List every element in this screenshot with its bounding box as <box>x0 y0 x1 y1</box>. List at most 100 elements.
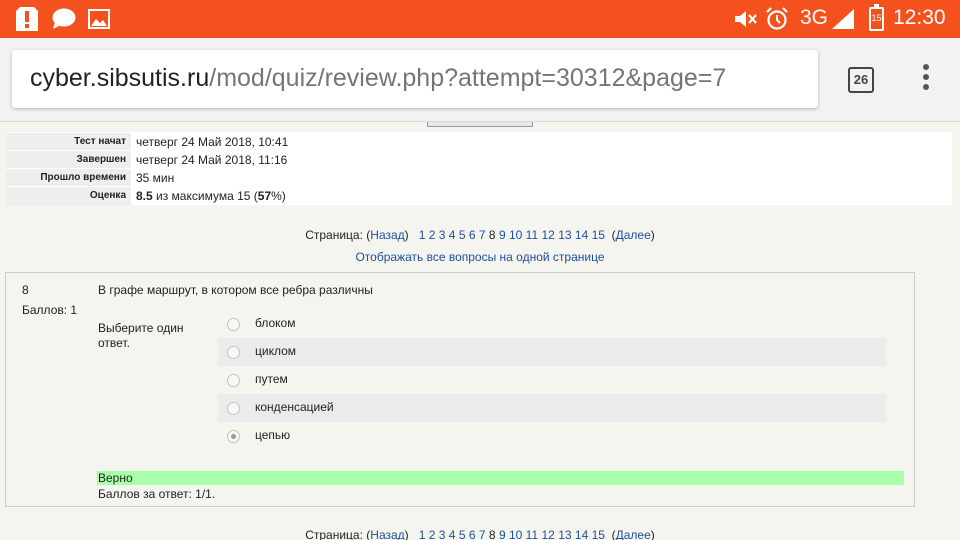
paging-next-link[interactable]: Далее <box>616 228 651 242</box>
paging-mid: ) <box>404 528 409 540</box>
paging-next-link[interactable]: Далее <box>616 528 651 540</box>
question-text: В графе маршрут, в котором все ребра раз… <box>98 283 373 297</box>
summary-label: Тест начат <box>6 132 131 151</box>
radio-button-selected[interactable] <box>227 430 240 443</box>
partial-button[interactable] <box>427 122 533 127</box>
browser-toolbar: cyber.sibsutis.ru/mod/quiz/review.php?at… <box>0 38 960 122</box>
paging-prev-link[interactable]: Назад <box>370 228 404 242</box>
answer-list: блоком циклом путем конденсацией цепью <box>218 310 886 450</box>
tab-switcher-button[interactable]: 26 <box>848 67 874 93</box>
page-navigation-bottom: Страница: (Назад) 1 2 3 4 5 6 7 8 9 10 1… <box>0 528 960 540</box>
summary-row-grade: Оценка 8.5 из максимума 15 (57%) <box>6 186 952 205</box>
page-link[interactable]: 5 <box>459 528 466 540</box>
browser-menu-icon[interactable] <box>916 64 936 96</box>
message-notification-icon <box>52 8 76 29</box>
paging-prefix: Страница: ( <box>305 228 371 242</box>
image-notification-icon <box>88 9 110 29</box>
answer-option[interactable]: конденсацией <box>218 394 886 422</box>
page-link[interactable]: 15 <box>592 528 605 540</box>
summary-label: Завершен <box>6 150 131 169</box>
answer-option[interactable]: циклом <box>218 338 886 366</box>
page-link[interactable]: 9 <box>499 528 506 540</box>
page-link[interactable]: 6 <box>469 228 476 242</box>
paging-prev-link[interactable]: Назад <box>370 528 404 540</box>
question-number: 8 <box>22 283 29 297</box>
summary-label: Прошло времени <box>6 168 131 187</box>
radio-button[interactable] <box>227 318 240 331</box>
answer-option[interactable]: цепью <box>218 422 886 450</box>
page-link[interactable]: 12 <box>541 228 554 242</box>
page-link[interactable]: 9 <box>499 228 506 242</box>
battery-level: 15 <box>871 13 882 23</box>
url-text[interactable]: cyber.sibsutis.ru/mod/quiz/review.php?at… <box>30 64 726 93</box>
paging-close: ) <box>650 528 655 540</box>
page-link[interactable]: 10 <box>509 528 522 540</box>
show-all-questions-link[interactable]: Отображать все вопросы на одной странице <box>0 250 960 264</box>
page-link[interactable]: 2 <box>429 228 436 242</box>
summary-value: четверг 24 Май 2018, 11:16 <box>131 150 952 169</box>
page-link[interactable]: 3 <box>439 228 446 242</box>
radio-button[interactable] <box>227 402 240 415</box>
question-grade: Баллов: 1 <box>22 303 78 317</box>
network-type-label: 3G <box>800 6 829 29</box>
page-link[interactable]: 15 <box>592 228 605 242</box>
answer-label: блоком <box>255 316 296 330</box>
page-navigation: Страница: (Назад) 1 2 3 4 5 6 7 8 9 10 1… <box>0 228 960 242</box>
page-link[interactable]: 10 <box>509 228 522 242</box>
grade-end: %) <box>271 188 286 203</box>
answer-option[interactable]: путем <box>218 366 886 394</box>
page-link[interactable]: 11 <box>526 528 538 540</box>
answer-label: циклом <box>255 344 297 358</box>
answer-label: путем <box>255 372 288 386</box>
question-box: 8 Баллов: 1 В графе маршрут, в котором в… <box>5 272 915 507</box>
attempt-summary-table: Тест начат четверг 24 Май 2018, 10:41 За… <box>6 132 952 205</box>
page-link[interactable]: 3 <box>439 528 446 540</box>
paging-prefix: Страница: ( <box>305 528 371 540</box>
summary-label: Оценка <box>6 186 131 205</box>
paging-mid: ) <box>404 228 409 242</box>
page-link[interactable]: 14 <box>575 228 588 242</box>
page-link[interactable]: 13 <box>558 228 571 242</box>
page-link[interactable]: 1 <box>419 228 426 242</box>
radio-button[interactable] <box>227 346 240 359</box>
mute-icon <box>735 11 757 27</box>
page-link[interactable]: 6 <box>469 528 476 540</box>
grade-value: 8.5 из максимума 15 (57%) <box>131 186 952 205</box>
clock: 12:30 <box>893 6 946 29</box>
page-link[interactable]: 11 <box>526 228 538 242</box>
page-link[interactable]: 14 <box>575 528 588 540</box>
grade-percent: 57 <box>257 188 272 203</box>
grade-score: 8.5 <box>136 188 153 203</box>
page-link[interactable]: 13 <box>558 528 571 540</box>
page-link[interactable]: 12 <box>541 528 554 540</box>
page-link[interactable]: 7 <box>479 228 486 242</box>
current-page: 8 <box>488 228 496 242</box>
page-link[interactable]: 1 <box>419 528 426 540</box>
page-link[interactable]: 4 <box>449 228 456 242</box>
current-page: 8 <box>488 528 496 540</box>
summary-row: Тест начат четверг 24 Май 2018, 10:41 <box>6 132 952 151</box>
grade-middle: из максимума 15 ( <box>152 188 258 203</box>
feedback-correct: Верно <box>97 471 904 485</box>
alarm-icon <box>766 7 788 30</box>
page-content: Тест начат четверг 24 Май 2018, 10:41 За… <box>0 122 960 540</box>
page-link[interactable]: 7 <box>479 528 486 540</box>
summary-value: 35 мин <box>131 168 952 187</box>
answer-option[interactable]: блоком <box>218 310 886 338</box>
signal-icon <box>832 9 854 29</box>
url-bar[interactable]: cyber.sibsutis.ru/mod/quiz/review.php?at… <box>12 50 818 108</box>
answer-prompt: Выберите один ответ. <box>98 321 184 350</box>
status-bar: 3G 15 12:30 <box>0 0 960 38</box>
battery-icon: 15 <box>869 4 884 31</box>
radio-button[interactable] <box>227 374 240 387</box>
url-host: cyber.sibsutis.ru <box>30 64 210 92</box>
summary-row: Завершен четверг 24 Май 2018, 11:16 <box>6 150 952 169</box>
paging-close: ) <box>650 228 655 242</box>
answer-score: Баллов за ответ: 1/1. <box>98 487 216 501</box>
answer-label: цепью <box>255 428 291 442</box>
alert-notification-icon <box>16 7 38 31</box>
page-link[interactable]: 2 <box>429 528 436 540</box>
page-link[interactable]: 4 <box>449 528 456 540</box>
page-link[interactable]: 5 <box>459 228 466 242</box>
summary-row: Прошло времени 35 мин <box>6 168 952 187</box>
